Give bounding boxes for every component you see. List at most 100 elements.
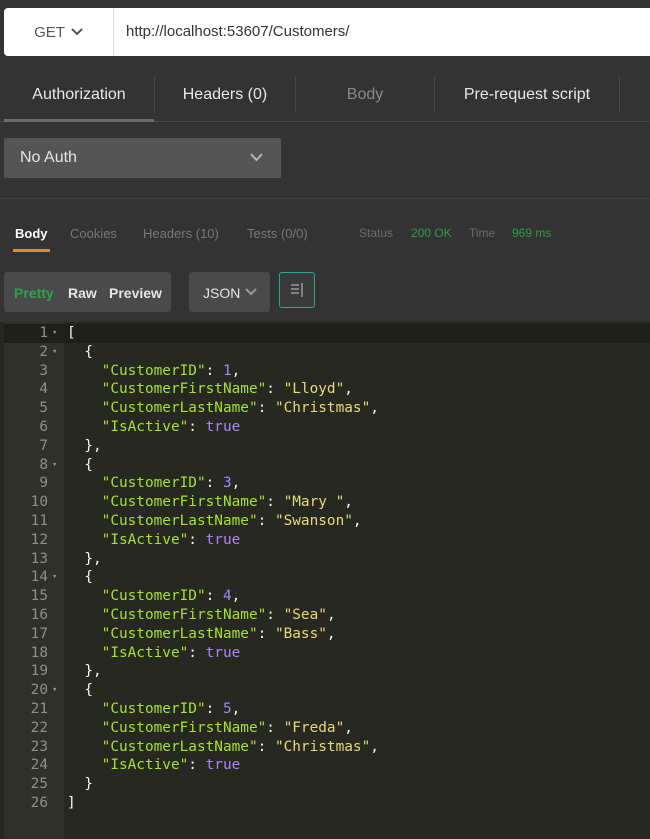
json-key: "IsActive" — [101, 644, 189, 661]
code-text: "CustomerFirstName": "Lloyd", — [67, 380, 353, 399]
response-tab-tests[interactable]: Tests (0/0) — [247, 226, 308, 241]
code-text: "CustomerID": 4, — [67, 587, 241, 606]
json-key: "CustomerFirstName" — [101, 607, 267, 623]
line-number: 15 — [30, 588, 48, 605]
method-select[interactable]: GET — [4, 8, 114, 56]
line-number: 14 — [30, 569, 48, 586]
line-number: 10 — [30, 494, 48, 511]
wrap-lines-button[interactable] — [279, 272, 315, 308]
code-text: "IsActive": true — [67, 418, 241, 437]
fold-arrow-icon[interactable]: ▾ — [52, 343, 57, 362]
line-number: 5 — [39, 400, 48, 417]
url-box: GET http://localhost:53607/Customers/ — [4, 8, 650, 56]
format-select[interactable]: JSON — [189, 272, 270, 312]
response-tab-body[interactable]: Body — [13, 226, 49, 252]
fold-arrow-icon[interactable]: ▾ — [52, 324, 57, 343]
json-key: "CustomerID" — [101, 588, 206, 605]
json-string: "Lloyd" — [283, 381, 345, 398]
json-punctuation: , — [344, 719, 353, 736]
code-text: "IsActive": true — [67, 644, 241, 663]
status-label: Status — [359, 226, 394, 240]
status-value: 200 OK — [411, 226, 452, 240]
json-string: "Christmas" — [274, 738, 371, 755]
json-punctuation: : — [188, 644, 206, 661]
line-number: 9 — [39, 475, 48, 492]
json-punctuation — [67, 739, 102, 755]
code-text: "CustomerLastName": "Christmas", — [67, 399, 379, 418]
code-line: 9 "CustomerID": 3, — [0, 474, 650, 493]
json-punctuation: : — [205, 362, 223, 379]
code-line: 1 ▾ [ — [0, 324, 650, 343]
tab-headers[interactable]: Headers (0) — [155, 64, 295, 122]
json-string: "Bass" — [274, 625, 327, 642]
json-key: "CustomerID" — [101, 362, 206, 379]
json-value: 5 — [222, 701, 232, 717]
json-punctuation: : — [205, 475, 223, 492]
line-number: 20 — [30, 682, 48, 699]
code-text: { — [67, 343, 93, 362]
json-key: "CustomerLastName" — [101, 400, 258, 417]
json-punctuation — [67, 645, 102, 661]
url-input[interactable]: http://localhost:53607/Customers/ — [126, 8, 349, 56]
code-line: 5 "CustomerLastName": "Christmas", — [0, 399, 650, 418]
json-punctuation — [67, 757, 102, 773]
tab-body[interactable]: Body — [296, 64, 434, 122]
json-punctuation — [67, 607, 102, 623]
chevron-down-icon — [250, 153, 263, 162]
response-body-editor[interactable]: 1 ▾[2 ▾ {3 "CustomerID": 1, 4 "CustomerFirs… — [0, 322, 650, 839]
fold-arrow-icon[interactable]: ▾ — [52, 681, 57, 700]
code-line: 12 "IsActive": true — [0, 531, 650, 550]
json-value: true — [205, 531, 241, 548]
response-tab-headers[interactable]: Headers (10) — [143, 226, 219, 241]
line-number: 18 — [30, 644, 48, 661]
json-string: "Mary " — [283, 494, 345, 511]
json-string: "Swanson" — [274, 513, 353, 529]
code-line: 7 }, — [0, 437, 650, 456]
json-value: true — [205, 419, 241, 435]
tab-authorization[interactable]: Authorization — [4, 64, 154, 122]
code-text: "CustomerLastName": "Swanson", — [67, 512, 362, 531]
json-punctuation: , — [231, 701, 241, 717]
json-punctuation: { — [67, 456, 93, 473]
code-line: 2 ▾ { — [0, 343, 650, 362]
json-punctuation: : — [266, 381, 284, 398]
line-number: 23 — [30, 738, 48, 755]
pretty-button[interactable]: Pretty — [14, 272, 54, 312]
request-tabs: Authorization Headers (0) Body Pre-reque… — [0, 64, 650, 122]
auth-type-select[interactable]: No Auth — [4, 138, 281, 178]
code-text: "CustomerID": 5, — [67, 700, 241, 719]
code-text: "CustomerLastName": "Bass", — [67, 625, 336, 644]
line-number: 12 — [30, 531, 48, 548]
line-number: 19 — [30, 663, 48, 680]
json-punctuation: , — [231, 362, 241, 379]
line-number: 21 — [30, 701, 48, 717]
raw-button[interactable]: Raw — [68, 272, 97, 312]
tab-prerequest-script[interactable]: Pre-request script — [435, 64, 619, 122]
format-label: JSON — [203, 285, 241, 301]
json-key: "IsActive" — [101, 531, 189, 548]
fold-arrow-icon[interactable]: ▾ — [52, 456, 57, 475]
fold-arrow-icon[interactable]: ▾ — [52, 568, 57, 587]
json-string: "Freda" — [283, 719, 345, 736]
response-tab-cookies[interactable]: Cookies — [70, 226, 117, 241]
json-value: true — [205, 644, 241, 661]
json-punctuation — [67, 626, 102, 642]
code-line: 24 "IsActive": true — [0, 756, 650, 775]
code-line: 23 "CustomerLastName": "Christmas", — [0, 738, 650, 757]
time-label: Time — [469, 226, 496, 240]
json-punctuation: : — [188, 419, 206, 435]
json-string: "Sea" — [283, 607, 327, 623]
json-punctuation: : — [257, 738, 275, 755]
line-number: 13 — [30, 550, 48, 567]
preview-button[interactable]: Preview — [109, 272, 162, 312]
chevron-down-icon — [71, 28, 83, 36]
json-value: 3 — [222, 475, 232, 492]
json-value: true — [205, 757, 241, 774]
line-number: 3 — [39, 362, 48, 379]
json-key: "CustomerLastName" — [101, 513, 258, 529]
auth-type-label: No Auth — [20, 149, 77, 166]
json-key: "CustomerLastName" — [101, 625, 258, 642]
json-key: "IsActive" — [101, 757, 189, 774]
json-punctuation — [67, 400, 102, 416]
code-line: 26] — [0, 794, 650, 813]
